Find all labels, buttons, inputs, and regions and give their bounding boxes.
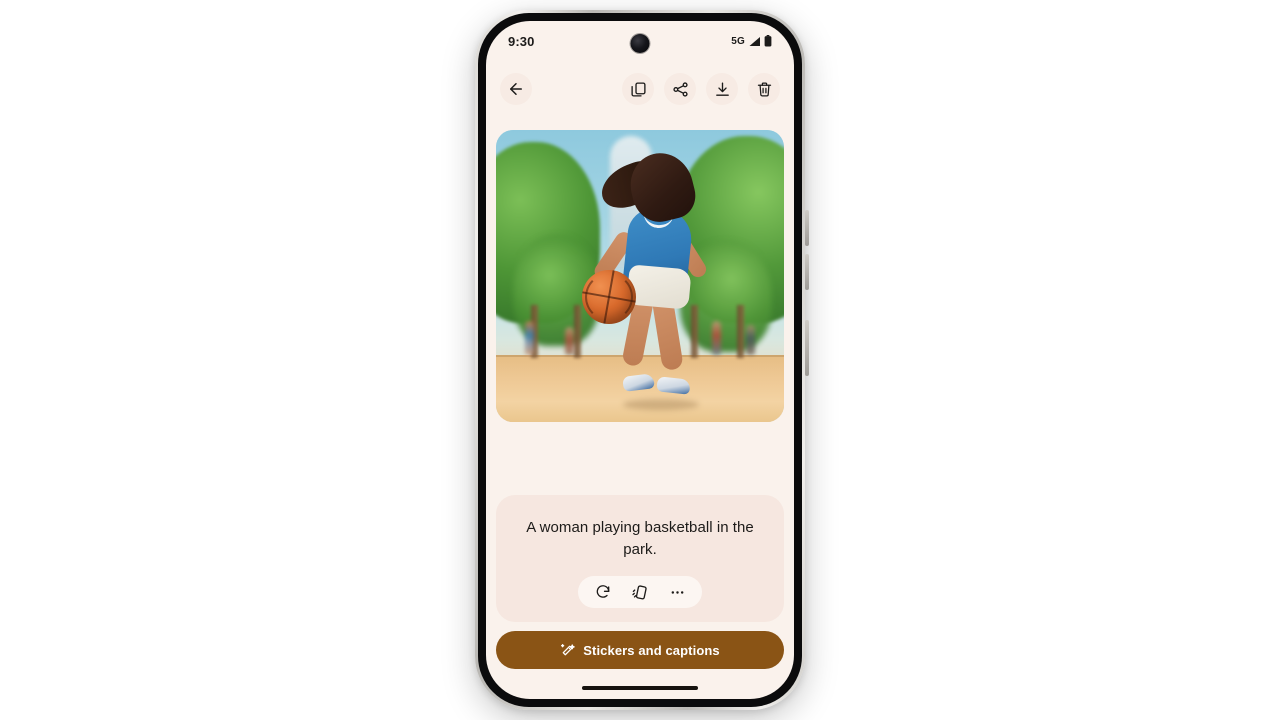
main-content: A woman playing basketball in the park.: [486, 117, 794, 677]
network-type-label: 5G: [731, 35, 745, 47]
stickers-and-captions-button[interactable]: Stickers and captions: [496, 631, 784, 669]
app-toolbar: [486, 61, 794, 117]
download-icon: [714, 81, 731, 98]
share-button[interactable]: [664, 73, 696, 105]
image-player-shorts: [626, 264, 693, 310]
phone-device-frame: 9:30 5G A woman playing basketball in th…: [475, 10, 809, 710]
shake-device-icon: [631, 584, 648, 601]
status-bar: 9:30 5G: [486, 21, 794, 61]
image-player-shoe: [656, 376, 691, 395]
arrow-left-icon: [507, 80, 525, 98]
power-button[interactable]: [805, 320, 809, 376]
caption-text: A woman playing basketball in the park.: [526, 519, 754, 558]
volume-up-button[interactable]: [805, 210, 809, 246]
cta-label: Stickers and captions: [583, 642, 720, 658]
image-basketball-seam: [585, 273, 634, 322]
phone-bezel: 9:30 5G A woman playing basketball in th…: [478, 13, 802, 707]
magic-wand-icon: [560, 643, 575, 658]
back-button[interactable]: [500, 73, 532, 105]
more-options-button[interactable]: [664, 579, 690, 605]
regenerate-button[interactable]: [590, 579, 616, 605]
image-basketball-player: [496, 130, 784, 422]
gesture-navigation-bar: [486, 677, 794, 699]
copy-icon: [630, 81, 647, 98]
refresh-icon: [595, 584, 611, 600]
download-button[interactable]: [706, 73, 738, 105]
phone-screen: 9:30 5G A woman playing basketball in th…: [486, 21, 794, 699]
image-player-shadow: [622, 398, 699, 410]
app-toolbar-actions: [622, 73, 780, 105]
image-basketball: [582, 270, 637, 325]
copy-button[interactable]: [622, 73, 654, 105]
share-icon: [672, 81, 689, 98]
front-camera-punch-hole-icon: [630, 34, 650, 53]
home-gesture-pill[interactable]: [582, 686, 698, 690]
volume-down-button[interactable]: [805, 254, 809, 290]
caption-card: A woman playing basketball in the park.: [496, 495, 784, 622]
image-player-shoe: [621, 373, 655, 393]
trash-icon: [756, 81, 773, 98]
delete-button[interactable]: [748, 73, 780, 105]
status-indicators: 5G: [731, 35, 772, 47]
more-horizontal-icon: [669, 584, 686, 601]
battery-full-icon: [764, 35, 772, 47]
generated-image[interactable]: [496, 130, 784, 422]
status-time: 9:30: [508, 33, 535, 49]
cellular-signal-icon: [748, 36, 761, 47]
caption-actions: [578, 576, 702, 608]
shake-to-change-button[interactable]: [627, 579, 653, 605]
screenshot-canvas: 9:30 5G A woman playing basketball in th…: [0, 0, 1280, 720]
